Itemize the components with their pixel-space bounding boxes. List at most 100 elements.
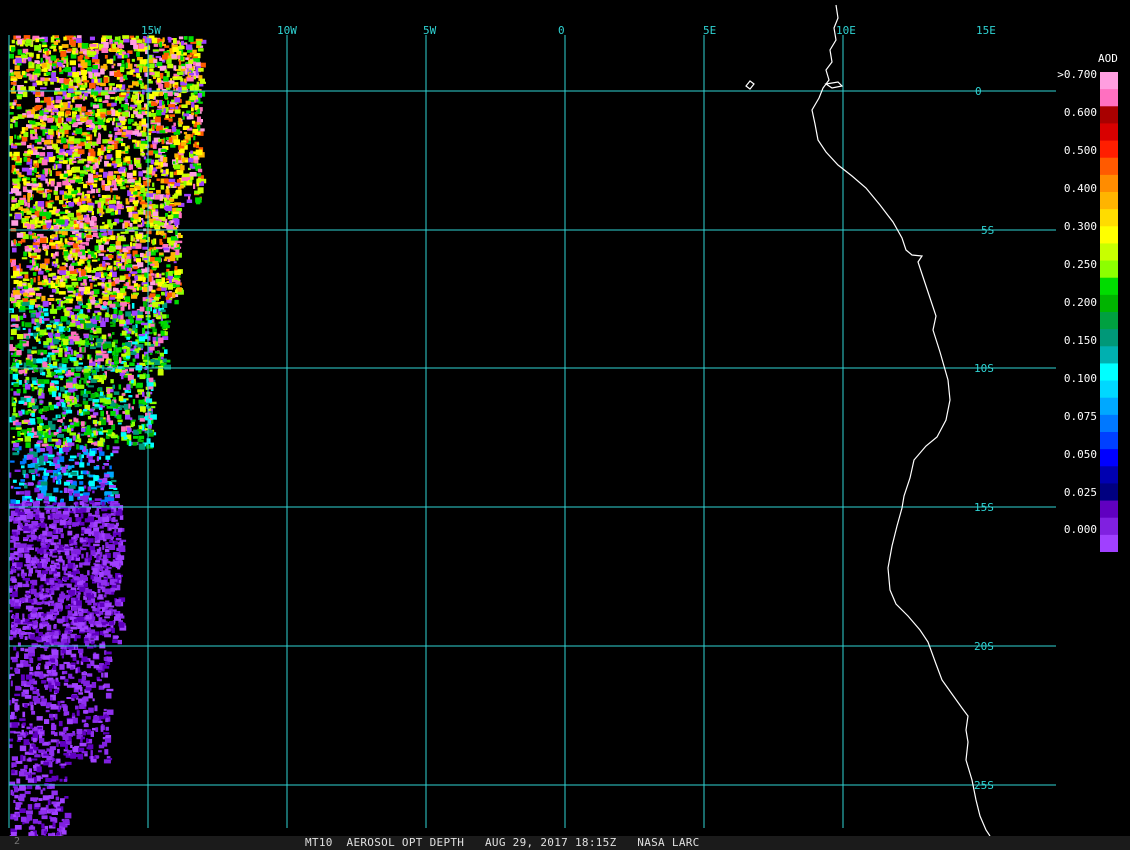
aod-pixel	[63, 487, 68, 493]
aod-pixel	[63, 36, 67, 41]
aod-pixel	[196, 116, 201, 123]
aod-pixel	[171, 126, 177, 132]
aod-pixel	[71, 113, 77, 118]
aod-pixel	[118, 395, 124, 402]
aod-pixel	[126, 439, 130, 445]
aod-pixel	[74, 461, 79, 465]
aod-pixel	[88, 398, 93, 401]
aod-pixel	[91, 188, 96, 194]
aod-pixel	[149, 369, 153, 372]
aod-pixel	[120, 186, 126, 190]
aod-pixel	[50, 345, 55, 349]
aod-pixel	[125, 130, 133, 135]
aod-pixel	[22, 627, 26, 630]
aod-pixel	[116, 203, 123, 210]
aod-pixel	[113, 55, 116, 61]
aod-pixel	[135, 394, 139, 398]
aod-pixel	[149, 187, 156, 190]
aod-pixel	[126, 336, 130, 340]
aod-pixel	[35, 296, 41, 300]
aod-pixel	[159, 238, 163, 243]
aod-pixel	[55, 160, 60, 164]
aod-pixel	[96, 250, 101, 254]
aod-pixel	[173, 261, 177, 264]
aod-pixel	[88, 500, 95, 504]
aod-pixel	[149, 269, 153, 274]
aod-pixel	[160, 149, 168, 152]
aod-pixel	[122, 223, 125, 229]
aod-pixel	[16, 95, 22, 100]
aod-pixel	[86, 234, 93, 238]
aod-pixel	[33, 369, 39, 373]
aod-pixel	[113, 222, 117, 226]
aod-pixel	[10, 206, 15, 211]
aod-pixel	[50, 36, 55, 43]
aod-pixel	[109, 200, 116, 204]
aod-pixel	[108, 171, 114, 177]
aod-pixel	[181, 82, 185, 86]
aod-pixel	[90, 102, 93, 107]
aod-pixel	[21, 465, 25, 469]
aod-pixel	[117, 63, 122, 67]
aod-pixel	[138, 435, 145, 440]
aod-pixel	[148, 424, 152, 429]
aod-pixel	[14, 348, 17, 351]
aod-pixel	[24, 436, 31, 442]
aod-pixel	[58, 472, 61, 475]
aod-pixel	[81, 106, 87, 112]
aod-pixel	[58, 375, 64, 379]
aod-pixel	[178, 65, 182, 71]
aod-pixel	[88, 296, 93, 300]
aod-pixel	[149, 93, 155, 100]
aod-pixel	[57, 433, 64, 438]
aod-pixel	[36, 448, 41, 453]
aod-pixel	[110, 411, 116, 416]
aod-pixel	[67, 610, 73, 616]
aod-pixel	[49, 200, 54, 203]
aod-pixel	[103, 77, 109, 83]
aod-pixel	[45, 270, 50, 273]
aod-pixel	[17, 63, 22, 66]
aod-pixel	[153, 220, 160, 225]
aod-pixel	[136, 64, 143, 67]
aod-pixel	[69, 432, 77, 436]
aod-pixel	[148, 275, 152, 282]
aod-pixel	[139, 418, 145, 422]
aod-pixel	[57, 111, 65, 117]
aod-pixel	[178, 117, 182, 123]
aod-pixel	[19, 372, 23, 375]
aod-pixel	[191, 101, 195, 108]
aod-pixel	[29, 74, 33, 80]
aod-pixel	[139, 59, 147, 65]
aod-pixel	[177, 46, 185, 50]
aod-pixel	[153, 59, 158, 64]
aod-pixel	[109, 540, 113, 543]
aod-pixel	[119, 76, 124, 83]
aod-pixel	[163, 247, 169, 251]
aod-pixel	[87, 440, 93, 443]
aod-pixel	[82, 73, 87, 80]
aod-pixel	[72, 153, 75, 159]
aod-pixel	[13, 116, 19, 121]
aod-pixel	[196, 182, 200, 187]
aod-pixel	[135, 243, 142, 249]
aod-pixel	[185, 69, 188, 75]
aod-pixel	[113, 194, 116, 201]
aod-pixel	[79, 94, 83, 99]
aod-pixel	[48, 302, 52, 305]
aod-pixel	[174, 84, 178, 89]
aod-pixel	[111, 102, 117, 106]
aod-pixel	[116, 414, 122, 419]
aod-pixel	[58, 211, 66, 214]
aod-pixel	[72, 435, 76, 441]
aod-pixel	[108, 420, 114, 425]
aod-pixel	[55, 252, 58, 255]
aod-pixel	[38, 607, 43, 610]
aod-pixel	[123, 74, 127, 79]
aod-pixel	[39, 237, 47, 244]
aod-pixel	[89, 111, 94, 114]
aod-pixel	[70, 550, 76, 554]
aod-pixel	[16, 106, 22, 110]
aod-pixel	[32, 242, 40, 246]
aod-pixel	[23, 419, 31, 423]
